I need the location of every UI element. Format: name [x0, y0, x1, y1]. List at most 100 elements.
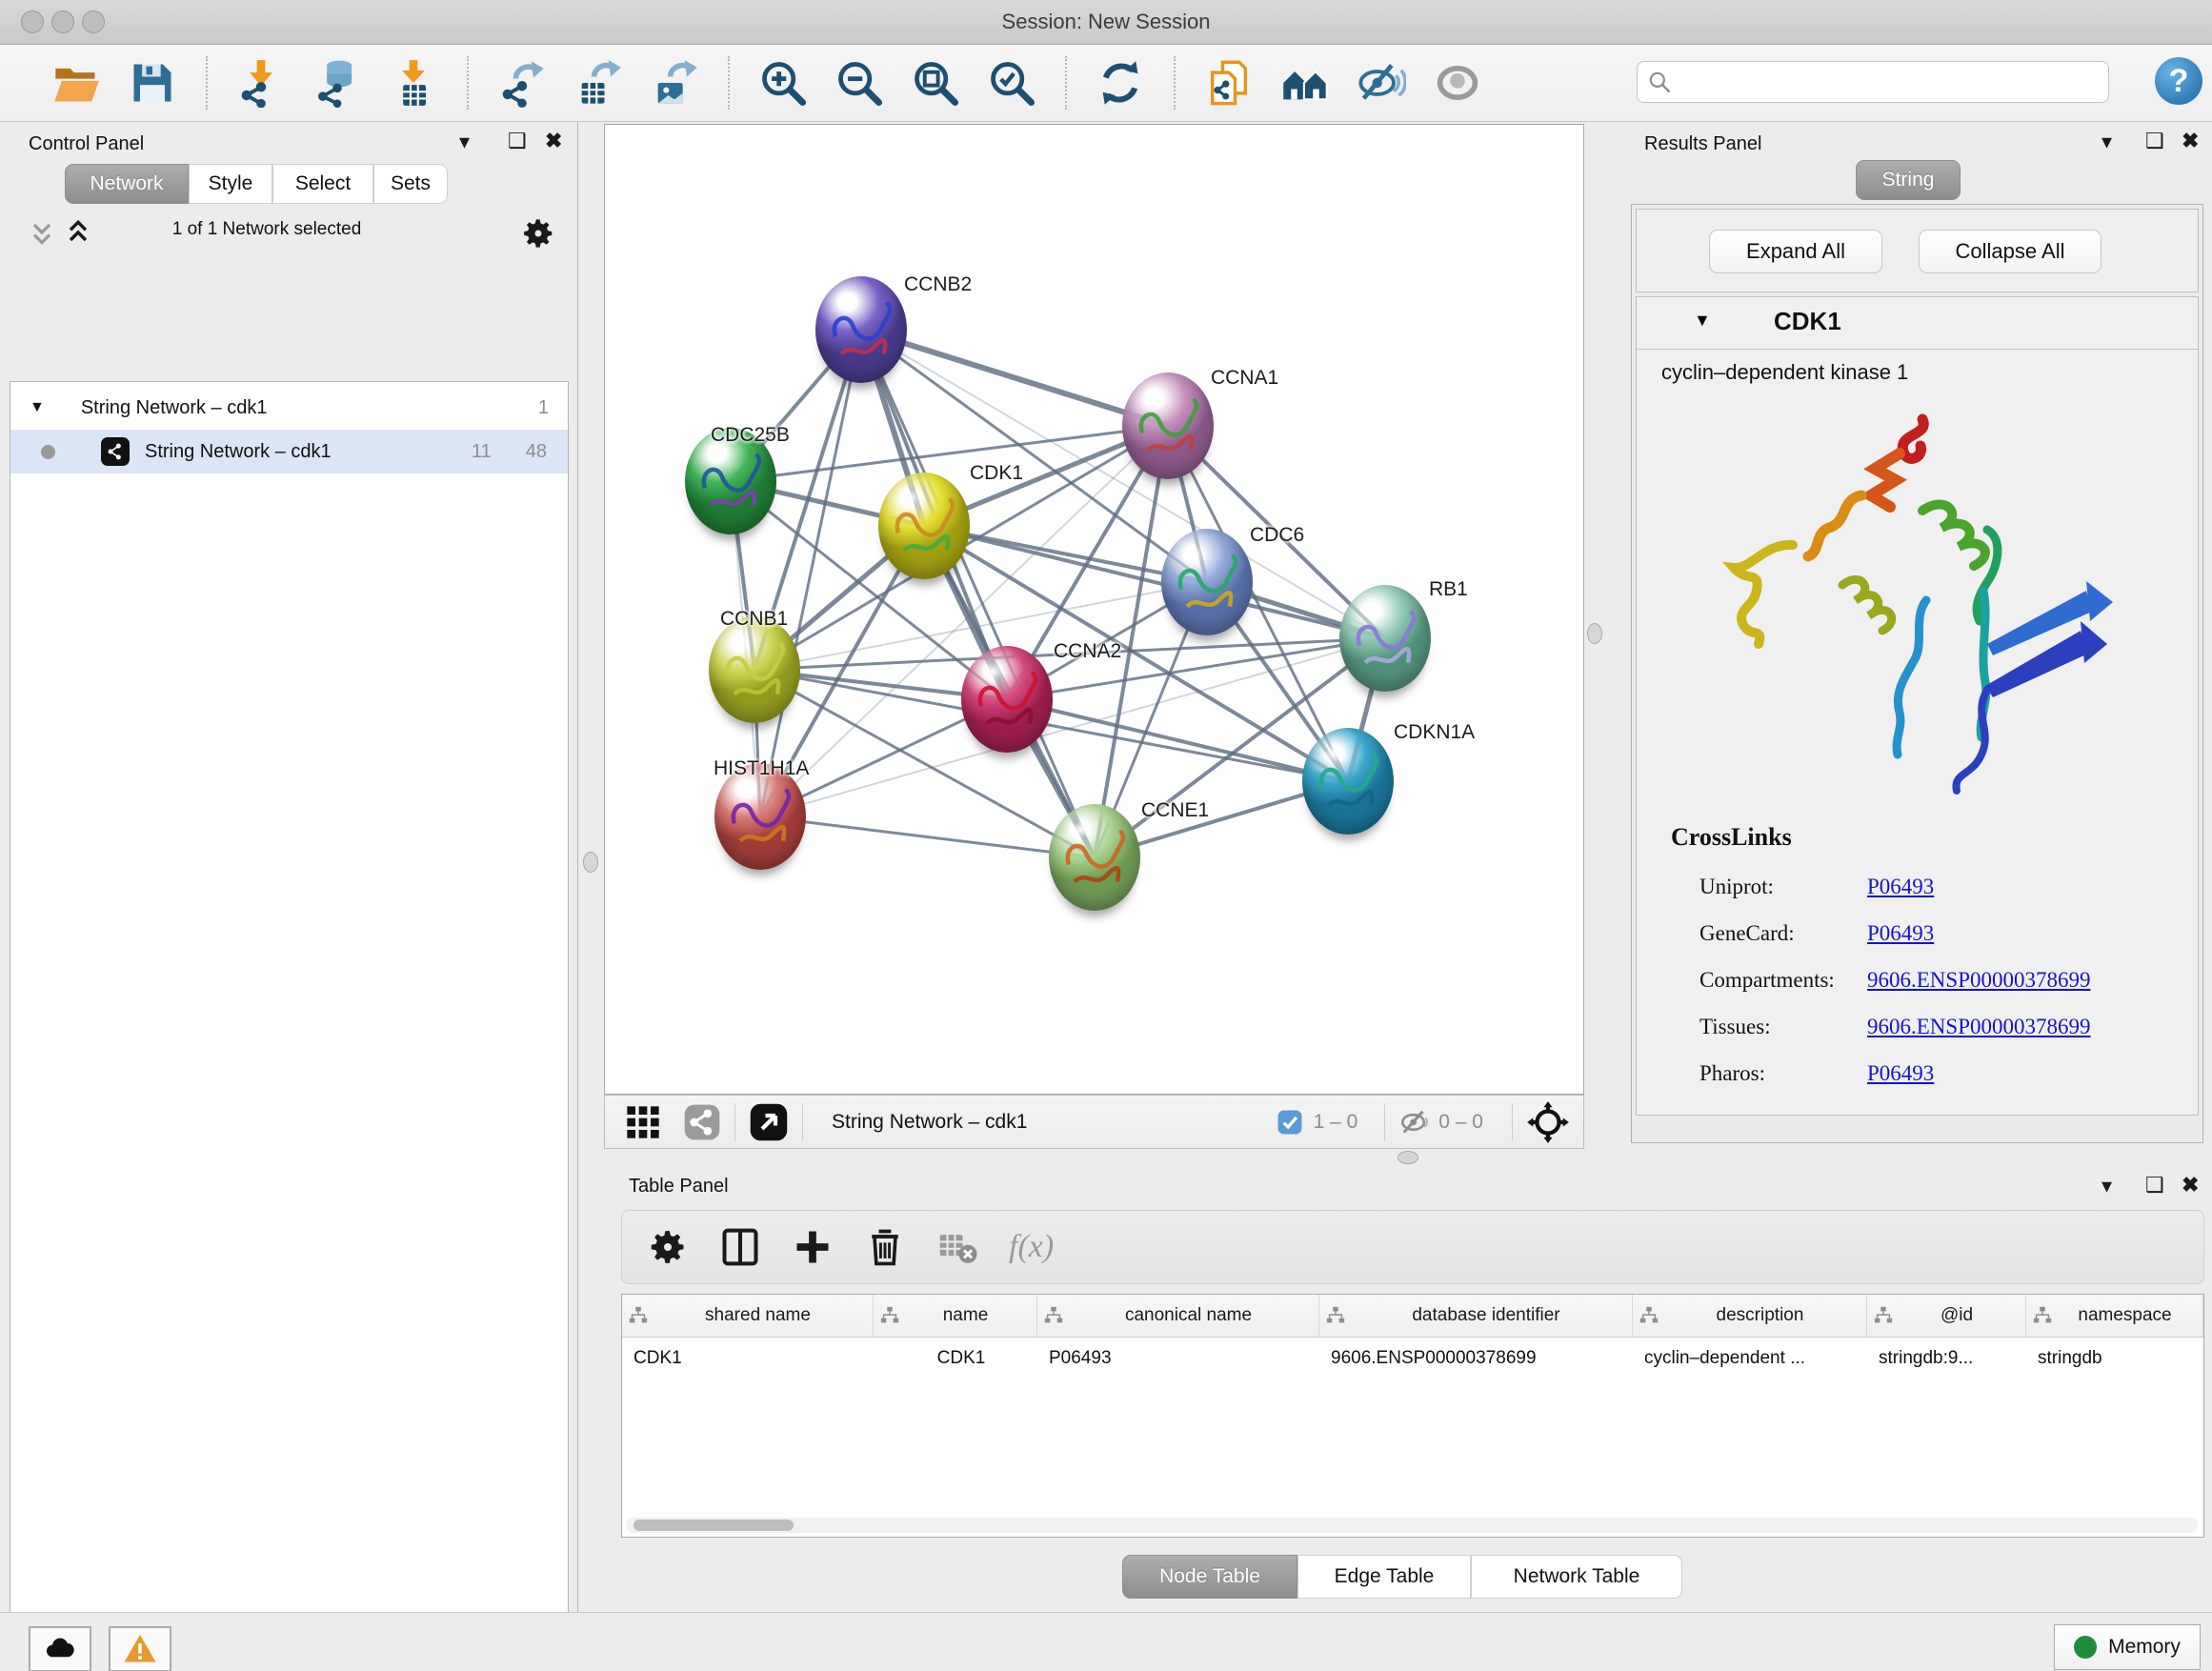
birdseye-grid-icon[interactable]	[624, 1103, 662, 1141]
refresh-icon[interactable]	[1096, 58, 1145, 108]
results-panel-float-icon[interactable]: ❑	[2145, 131, 2164, 151]
control-panel-menu-icon[interactable]: ▾	[459, 131, 470, 152]
clone-network-icon[interactable]	[1204, 58, 1254, 108]
tab-network[interactable]: Network	[65, 164, 189, 204]
zoom-out-icon[interactable]	[835, 58, 884, 108]
tab-style[interactable]: Style	[189, 164, 272, 204]
results-panel-close-icon[interactable]: ✖	[2182, 131, 2199, 151]
network-node-cdc6[interactable]	[1161, 529, 1253, 635]
network-edge[interactable]	[760, 816, 1095, 857]
save-session-icon[interactable]	[128, 58, 177, 108]
tab-sets[interactable]: Sets	[373, 164, 448, 204]
network-node-ccne1[interactable]	[1049, 804, 1140, 911]
results-panel-menu-icon[interactable]: ▾	[2101, 131, 2112, 152]
gene-section-collapse-icon[interactable]: ▼	[1694, 311, 1711, 331]
table-cell[interactable]: stringdb:9...	[1867, 1338, 2026, 1379]
tab-edge-table[interactable]: Edge Table	[1297, 1555, 1471, 1599]
show-panel-eye-icon[interactable]	[1433, 58, 1482, 108]
search-input[interactable]	[1637, 61, 2109, 103]
table-panel-close-icon[interactable]: ✖	[2182, 1175, 2199, 1196]
expand-all-button[interactable]: Expand All	[1709, 230, 1882, 273]
left-splitter-handle[interactable]	[583, 852, 598, 873]
tab-select[interactable]: Select	[272, 164, 373, 204]
export-network-icon[interactable]	[497, 58, 547, 108]
table-cell[interactable]: P06493	[1037, 1338, 1319, 1379]
zoom-selected-icon[interactable]	[987, 58, 1036, 108]
table-row[interactable]: CDK1CDK1P064939606.ENSP00000378699cyclin…	[622, 1338, 2203, 1379]
network-node-cdkn1a[interactable]	[1302, 728, 1394, 835]
import-network-from-database-icon[interactable]	[312, 58, 362, 108]
horizontal-splitter-handle[interactable]	[1398, 1151, 1418, 1164]
collapse-all-button[interactable]: Collapse All	[1919, 230, 2101, 273]
import-table-icon[interactable]	[389, 58, 438, 108]
show-columns-icon[interactable]	[719, 1226, 761, 1268]
network-node-rb1[interactable]	[1339, 585, 1431, 692]
open-in-window-icon[interactable]	[749, 1102, 789, 1142]
network-canvas[interactable]: CCNB2CCNA1CDC25BCDK1CDC6RB1CCNB1CCNA2CDK…	[604, 124, 1584, 1095]
table-cell[interactable]: CDK1	[622, 1338, 874, 1379]
column-header-name[interactable]: name	[874, 1295, 1037, 1337]
table-cell[interactable]: cyclin–dependent ...	[1633, 1338, 1867, 1379]
crosslink-genecard-link[interactable]: P06493	[1867, 921, 1934, 945]
column-header-database-identifier[interactable]: database identifier	[1319, 1295, 1633, 1337]
table-scrollbar-thumb[interactable]	[633, 1520, 794, 1531]
column-header-shared-name[interactable]: shared name	[622, 1295, 874, 1337]
network-collection-row[interactable]: ▼ String Network – cdk1 1	[10, 386, 568, 430]
export-image-icon[interactable]	[650, 58, 699, 108]
table-cell[interactable]: CDK1	[874, 1338, 1037, 1379]
tab-string-results[interactable]: String	[1856, 160, 1961, 200]
hierarchy-icon	[1873, 1305, 1894, 1326]
delete-table-icon[interactable]	[936, 1226, 978, 1268]
view-toolbar-separator	[802, 1103, 803, 1141]
gene-section-header[interactable]: ▼ CDK1	[1637, 297, 2198, 350]
tab-network-table[interactable]: Network Table	[1471, 1555, 1682, 1599]
network-options-gear-icon[interactable]	[520, 215, 556, 252]
column-header--id[interactable]: @id	[1867, 1295, 2026, 1337]
selected-checkbox-icon[interactable]	[1276, 1108, 1304, 1137]
control-panel-close-icon[interactable]: ✖	[545, 131, 562, 151]
network-node-ccna1[interactable]	[1122, 372, 1214, 479]
right-splitter-handle[interactable]	[1587, 623, 1602, 644]
help-button[interactable]: ?	[2155, 57, 2202, 105]
column-header-description[interactable]: description	[1633, 1295, 1867, 1337]
warning-status-button[interactable]	[109, 1626, 171, 1671]
control-panel-float-icon[interactable]: ❑	[508, 131, 527, 151]
network-node-cdk1[interactable]	[878, 473, 970, 579]
crosslink-pharos-link[interactable]: P06493	[1867, 1061, 1934, 1085]
network-row-selected[interactable]: String Network – cdk1 11 48	[10, 430, 568, 473]
crosslink-row: Tissues:9606.ENSP00000378699	[1699, 1005, 2198, 1052]
memory-button[interactable]: Memory	[2054, 1624, 2201, 1670]
hidden-eye-slash-icon[interactable]	[1398, 1106, 1431, 1138]
table-panel-float-icon[interactable]: ❑	[2145, 1175, 2164, 1196]
crosslink-uniprot-link[interactable]: P06493	[1867, 875, 1934, 898]
create-column-plus-icon[interactable]	[792, 1226, 834, 1268]
tab-node-table[interactable]: Node Table	[1122, 1555, 1297, 1599]
zoom-in-icon[interactable]	[758, 58, 808, 108]
collection-expand-icon[interactable]: ▼	[30, 399, 45, 416]
home-tools-icon[interactable]	[1280, 58, 1330, 108]
hide-panel-eye-icon[interactable]	[1357, 58, 1406, 108]
table-horizontal-scrollbar[interactable]	[626, 1518, 2198, 1533]
function-builder-icon[interactable]: f(x)	[1009, 1229, 1054, 1265]
crosslink-tissues-link[interactable]: 9606.ENSP00000378699	[1867, 1015, 2091, 1038]
zoom-fit-icon[interactable]	[911, 58, 960, 108]
column-header-namespace[interactable]: namespace	[2026, 1295, 2203, 1337]
table-panel-menu-icon[interactable]: ▾	[2101, 1176, 2112, 1197]
string-view-icon[interactable]	[683, 1103, 721, 1141]
open-session-icon[interactable]	[51, 58, 101, 108]
fit-crosshair-icon[interactable]	[1526, 1100, 1570, 1144]
table-cell[interactable]: 9606.ENSP00000378699	[1319, 1338, 1633, 1379]
import-network-icon[interactable]	[236, 58, 286, 108]
network-node-ccnb2[interactable]	[815, 276, 907, 383]
table-cell[interactable]: stringdb	[2026, 1338, 2203, 1379]
crosslink-compartments-link[interactable]: 9606.ENSP00000378699	[1867, 968, 2091, 992]
delete-column-trash-icon[interactable]	[864, 1226, 906, 1268]
column-header-canonical-name[interactable]: canonical name	[1037, 1295, 1319, 1337]
network-node-ccnb1[interactable]	[709, 616, 800, 723]
export-table-icon[interactable]	[573, 58, 623, 108]
table-options-gear-icon[interactable]	[647, 1226, 689, 1268]
network-node-ccna2[interactable]	[961, 646, 1053, 753]
protein-thumbnail	[1161, 529, 1253, 635]
cloud-status-button[interactable]	[29, 1626, 91, 1671]
network-tree: ▼ String Network – cdk1 1 String Network…	[10, 381, 569, 1671]
